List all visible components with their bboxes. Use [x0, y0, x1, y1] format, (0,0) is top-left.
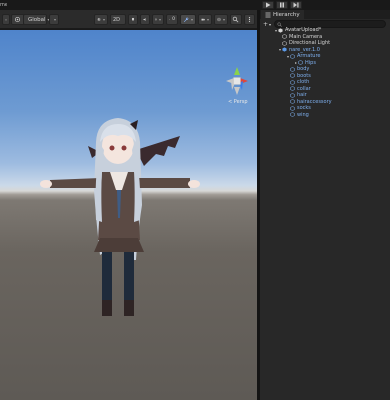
- global-dropdown[interactable]: Global ▾: [23, 14, 50, 25]
- arm-left: [50, 178, 100, 188]
- step-button[interactable]: [290, 1, 302, 9]
- scene-toolbar: ▾ Global ▾ ▾ ▾ 2D ▾ 0: [0, 10, 257, 29]
- search-icon: [232, 16, 239, 23]
- hidden-count: 0: [172, 17, 175, 22]
- unity-editor: me ▾ Global ▾ ▾ ▾: [0, 0, 390, 400]
- hierarchy-tabbar: Hierarchy: [260, 10, 390, 19]
- prefab-child-icon: [290, 73, 295, 79]
- pause-icon: [280, 2, 284, 8]
- arm-right: [138, 178, 190, 188]
- gameobject-icon: [282, 40, 287, 46]
- orientation-gizmo[interactable]: [222, 62, 252, 102]
- sock-right: [124, 252, 134, 302]
- eye-left: [109, 145, 115, 151]
- chevron-down-icon: ▾: [54, 17, 57, 22]
- hidden-objects-toggle[interactable]: 0: [166, 14, 178, 25]
- chevron-down-icon: ▾: [102, 17, 105, 22]
- grid-snap-button[interactable]: ▾: [49, 14, 59, 25]
- gizmo-center-cube: [233, 77, 241, 85]
- prefab-child-icon: [290, 112, 295, 118]
- kebab-menu-icon: [248, 16, 251, 23]
- camera-icon: [201, 18, 205, 21]
- prefab-child-icon: [290, 92, 295, 98]
- tree-item-wing[interactable]: wing: [290, 112, 309, 119]
- gameobject-icon: [282, 34, 287, 40]
- prefab-child-icon: [290, 66, 295, 72]
- chevron-down-icon: ▾: [190, 17, 193, 22]
- audio-toggle-button[interactable]: [140, 14, 150, 25]
- hand-tool-button[interactable]: [2, 14, 10, 25]
- add-object-button[interactable]: + ▾: [262, 20, 272, 28]
- prefab-child-icon: [290, 105, 295, 111]
- add-label: +: [262, 20, 268, 28]
- skirt: [94, 238, 144, 252]
- chevron-down-icon: ▾: [222, 17, 225, 22]
- prefab-child-icon: [298, 60, 303, 66]
- global-label: Global: [28, 16, 46, 23]
- hand-left: [40, 180, 52, 188]
- play-button[interactable]: [262, 1, 274, 9]
- scene-tab[interactable]: me: [0, 0, 7, 10]
- prefab-child-icon: [290, 79, 295, 85]
- gizmo-sphere-icon: [217, 17, 221, 22]
- wrench-icon: [183, 17, 189, 23]
- effects-dropdown[interactable]: ▾: [152, 14, 164, 25]
- lighting-toggle-button[interactable]: [128, 14, 138, 25]
- main-toolbar: me: [0, 0, 390, 10]
- eye-slash-icon: [169, 19, 171, 20]
- step-icon: [293, 2, 299, 8]
- chevron-down-icon: ▾: [158, 17, 161, 22]
- speaker-icon: [143, 18, 146, 21]
- image-effects-icon: [155, 18, 157, 21]
- wing-right: [136, 136, 180, 166]
- scene-menu-button[interactable]: [244, 14, 255, 25]
- tab-hierarchy[interactable]: Hierarchy: [261, 10, 304, 19]
- eye-right: [121, 145, 127, 151]
- boot-left: [102, 300, 112, 316]
- gizmo-neg-y-axis: [234, 87, 240, 95]
- hierarchy-tab-label: Hierarchy: [273, 11, 300, 18]
- shading-mode-button[interactable]: ▾: [94, 14, 108, 25]
- gizmos-dropdown[interactable]: ▾: [214, 14, 228, 25]
- sphere-icon: [97, 18, 101, 21]
- avatar-model[interactable]: [30, 110, 220, 340]
- prefab-icon: [282, 47, 287, 52]
- projection-label[interactable]: < Persp: [228, 99, 248, 105]
- boot-right: [124, 300, 134, 316]
- prefab-child-icon: [290, 99, 295, 105]
- light-bulb-icon: [131, 17, 135, 21]
- prefab-child-icon: [290, 86, 295, 92]
- list-icon: [265, 12, 271, 17]
- hand-icon: [5, 18, 7, 21]
- tools-dropdown[interactable]: ▾: [180, 14, 196, 25]
- camera-dropdown[interactable]: ▾: [198, 14, 212, 25]
- gizmo-y-axis: [234, 67, 240, 75]
- scene-viewport[interactable]: < Persp: [0, 30, 257, 400]
- pause-button[interactable]: [276, 1, 288, 9]
- search-scene-button[interactable]: [230, 14, 242, 25]
- 2d-label: 2D: [113, 16, 121, 23]
- unity-scene-icon: [278, 28, 283, 33]
- pivot-icon: [14, 16, 21, 23]
- chevron-down-icon: ▾: [269, 21, 272, 27]
- prefab-child-icon: [290, 53, 295, 59]
- sock-left: [102, 252, 112, 302]
- play-icon: [266, 2, 271, 8]
- 2d-toggle-button[interactable]: 2D: [110, 14, 126, 25]
- hierarchy-panel: Hierarchy + ▾ ▾ AvatarUpload* Main Camer…: [260, 10, 390, 400]
- chevron-down-icon: ▾: [206, 17, 209, 22]
- hand-right: [188, 180, 200, 188]
